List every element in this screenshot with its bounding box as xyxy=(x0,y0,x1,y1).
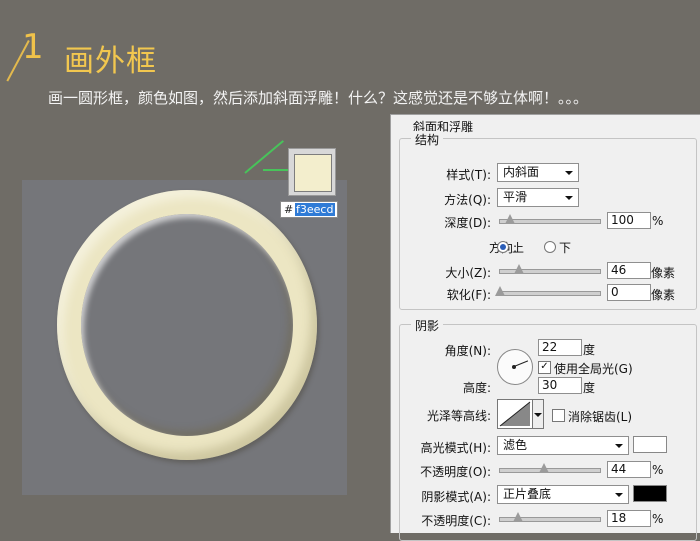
highlight-color-swatch[interactable] xyxy=(633,436,667,453)
shadow-opacity-unit: % xyxy=(652,512,664,526)
angle-dial[interactable] xyxy=(497,349,533,385)
size-unit: 像素 xyxy=(651,266,676,280)
highlight-opacity-label: 不透明度(O): xyxy=(420,465,491,479)
size-input[interactable]: 46 xyxy=(607,262,651,279)
style-label: 样式(T): xyxy=(446,168,491,182)
size-slider[interactable] xyxy=(499,264,601,274)
canvas-area xyxy=(22,180,347,495)
depth-slider[interactable] xyxy=(499,214,601,224)
angle-label: 角度(N): xyxy=(444,344,491,358)
altitude-input[interactable]: 30 xyxy=(538,377,582,394)
callout-line-horizontal xyxy=(263,169,290,171)
gloss-contour-label: 光泽等高线: xyxy=(426,409,491,423)
chevron-down-icon xyxy=(615,493,623,497)
chevron-down-icon xyxy=(534,413,542,417)
highlight-mode-value: 滤色 xyxy=(503,438,528,452)
style-value: 内斜面 xyxy=(503,165,540,179)
bevel-emboss-panel: 斜面和浮雕 结构 样式(T): 内斜面 方法(Q): 平滑 深度(D): 100… xyxy=(390,114,700,541)
hex-color-field[interactable]: # f3eecd xyxy=(280,201,338,218)
shadow-opacity-input[interactable]: 18 xyxy=(607,510,651,527)
hex-hash: # xyxy=(284,203,294,216)
angle-dial-needle xyxy=(513,360,529,367)
color-swatch-callout xyxy=(288,148,336,196)
method-dropdown[interactable]: 平滑 xyxy=(497,188,579,207)
gloss-contour-picker[interactable] xyxy=(497,399,533,429)
ring-shape xyxy=(57,190,317,460)
global-light-checkbox[interactable]: ✓ xyxy=(538,361,551,374)
chevron-down-icon xyxy=(565,171,573,175)
contour-curve-icon xyxy=(499,401,531,427)
gloss-contour-dropdown[interactable] xyxy=(533,399,544,429)
direction-up-label: 上 xyxy=(512,241,525,255)
shadow-mode-value: 正片叠底 xyxy=(503,487,552,501)
method-label: 方法(Q): xyxy=(444,193,491,207)
soften-label: 软化(F): xyxy=(446,288,491,302)
soften-slider[interactable] xyxy=(495,286,601,296)
antialias-label: 消除锯齿(L) xyxy=(568,410,633,424)
shadow-opacity-label: 不透明度(C): xyxy=(421,514,491,528)
antialias-checkbox[interactable] xyxy=(552,409,565,422)
style-dropdown[interactable]: 内斜面 xyxy=(497,163,579,182)
size-slider-thumb[interactable] xyxy=(514,264,524,274)
size-label: 大小(Z): xyxy=(445,266,491,280)
altitude-unit: 度 xyxy=(583,381,596,395)
depth-label: 深度(D): xyxy=(444,216,491,230)
angle-unit: 度 xyxy=(583,343,596,357)
step-description: 画一圆形框，颜色如图，然后添加斜面浮雕！什么？这感觉还是不够立体啊！。。。 xyxy=(48,89,589,107)
soften-input[interactable]: 0 xyxy=(607,284,651,301)
altitude-label: 高度: xyxy=(462,381,491,395)
shading-label: 阴影 xyxy=(411,317,444,334)
soften-slider-thumb[interactable] xyxy=(495,286,505,296)
highlight-opacity-thumb[interactable] xyxy=(539,463,549,473)
chevron-down-icon xyxy=(615,444,623,448)
highlight-opacity-input[interactable]: 44 xyxy=(607,461,651,478)
method-value: 平滑 xyxy=(503,190,528,204)
highlight-opacity-slider[interactable] xyxy=(499,463,601,473)
shadow-opacity-slider[interactable] xyxy=(499,512,601,522)
color-swatch xyxy=(294,154,332,192)
soften-unit: 像素 xyxy=(651,288,676,302)
shadow-color-swatch[interactable] xyxy=(633,485,667,502)
structure-label: 结构 xyxy=(411,131,444,148)
direction-down-label: 下 xyxy=(559,241,572,255)
shadow-opacity-thumb[interactable] xyxy=(513,512,523,522)
global-light-label: 使用全局光(G) xyxy=(554,362,633,376)
depth-input[interactable]: 100 xyxy=(607,212,651,229)
step-title: 画外框 xyxy=(64,44,157,79)
angle-input[interactable]: 22 xyxy=(538,339,582,356)
highlight-mode-dropdown[interactable]: 滤色 xyxy=(497,436,629,455)
shadow-mode-dropdown[interactable]: 正片叠底 xyxy=(497,485,629,504)
highlight-opacity-unit: % xyxy=(652,463,664,477)
depth-slider-thumb[interactable] xyxy=(505,214,515,224)
hex-value[interactable]: f3eecd xyxy=(295,203,335,216)
shadow-mode-label: 阴影模式(A): xyxy=(421,490,491,504)
chevron-down-icon xyxy=(565,196,573,200)
highlight-mode-label: 高光模式(H): xyxy=(420,441,491,455)
direction-up-radio[interactable] xyxy=(497,241,509,253)
direction-down-radio[interactable] xyxy=(544,241,556,253)
depth-unit: % xyxy=(652,214,664,228)
